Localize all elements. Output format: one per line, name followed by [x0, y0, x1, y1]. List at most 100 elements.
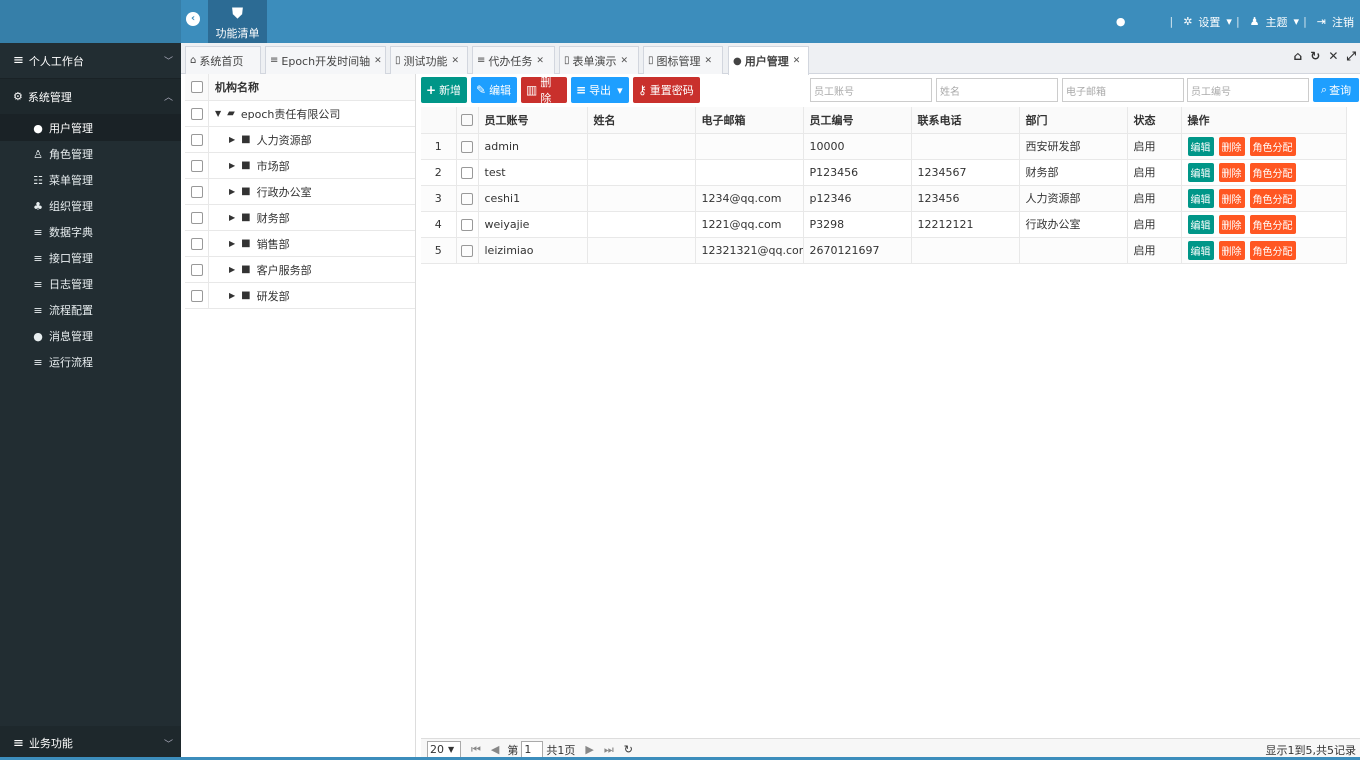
- tree-checkbox[interactable]: [191, 133, 203, 146]
- tree-checkbox[interactable]: [191, 263, 203, 276]
- add-button[interactable]: + 新增: [421, 77, 467, 103]
- sidebar-item-messages[interactable]: ● 消息管理: [0, 323, 181, 349]
- row-role-button[interactable]: 角色分配: [1249, 136, 1296, 156]
- refresh-icon[interactable]: ↻: [624, 743, 633, 756]
- last-page-icon[interactable]: ⏭: [604, 743, 614, 757]
- tab-users[interactable]: ● 用户管理 ✕: [728, 46, 809, 75]
- row-role-button[interactable]: 角色分配: [1249, 162, 1296, 182]
- tab-forms[interactable]: ▯ 表单演示 ✕: [559, 46, 639, 74]
- row-delete-button[interactable]: 删除: [1218, 214, 1245, 234]
- column-header[interactable]: 姓名: [587, 107, 696, 134]
- sidebar-item-dict[interactable]: ≡ 数据字典: [0, 219, 181, 245]
- prev-page-icon[interactable]: ◀: [491, 743, 499, 756]
- tree-node[interactable]: ▶ ■ 行政办公室: [185, 179, 415, 205]
- row-edit-button[interactable]: 编辑: [1187, 188, 1214, 208]
- row-checkbox[interactable]: [461, 244, 473, 257]
- search-number-input[interactable]: 员工编号: [1187, 78, 1309, 102]
- sidebar-collapse-icon[interactable]: ‹: [186, 12, 200, 26]
- column-header[interactable]: 联系电话: [911, 107, 1020, 134]
- user-icon[interactable]: ●: [1116, 15, 1126, 28]
- tree-node[interactable]: ▶ ■ 研发部: [185, 283, 415, 309]
- close-icon[interactable]: ✕: [374, 56, 382, 66]
- caret-down-icon[interactable]: ▼: [215, 109, 221, 118]
- row-edit-button[interactable]: 编辑: [1187, 214, 1214, 234]
- close-icon[interactable]: ✕: [536, 56, 544, 66]
- row-checkbox[interactable]: [461, 192, 473, 205]
- sidebar-item-flow-config[interactable]: ≡ 流程配置: [0, 297, 181, 323]
- edit-button[interactable]: ✎ 编辑: [471, 77, 517, 103]
- row-role-button[interactable]: 角色分配: [1249, 240, 1296, 260]
- row-role-button[interactable]: 角色分配: [1249, 214, 1296, 234]
- table-row[interactable]: 3 ceshi1 1234@qq.com p12346 123456 人力资源部…: [421, 185, 1347, 212]
- home-icon[interactable]: ⌂: [1294, 49, 1303, 64]
- tree-node[interactable]: ▶ ■ 销售部: [185, 231, 415, 257]
- row-edit-button[interactable]: 编辑: [1187, 240, 1214, 260]
- caret-right-icon[interactable]: ▶: [229, 135, 235, 144]
- search-account-input[interactable]: 员工账号: [810, 78, 932, 102]
- sidebar-item-workbench[interactable]: ≡ 个人工作台 ﹀: [0, 43, 181, 79]
- theme-menu[interactable]: 主题: [1266, 14, 1288, 30]
- export-button[interactable]: ≡ 导出 ▾: [571, 77, 629, 103]
- table-row[interactable]: 2 test P123456 1234567 财务部 启用 编辑 删除 角色分配: [421, 159, 1347, 186]
- caret-right-icon[interactable]: ▶: [229, 213, 235, 222]
- caret-right-icon[interactable]: ▶: [229, 161, 235, 170]
- tree-node[interactable]: ▶ ■ 客户服务部: [185, 257, 415, 283]
- column-header[interactable]: 员工编号: [803, 107, 912, 134]
- column-header[interactable]: 电子邮箱: [695, 107, 804, 134]
- select-all-checkbox[interactable]: [191, 81, 203, 93]
- tab-timeline[interactable]: ≡ Epoch开发时间轴 ✕: [265, 46, 386, 74]
- tree-checkbox[interactable]: [191, 185, 203, 198]
- row-checkbox[interactable]: [461, 218, 473, 231]
- sidebar-item-org[interactable]: ♣ 组织管理: [0, 193, 181, 219]
- tree-checkbox[interactable]: [191, 237, 203, 250]
- tab-test[interactable]: ▯ 测试功能 ✕: [390, 46, 468, 74]
- table-row[interactable]: 4 weiyajie 1221@qq.com P3298 12212121 行政…: [421, 211, 1347, 238]
- tree-checkbox[interactable]: [191, 211, 203, 224]
- delete-button[interactable]: ▥ 删除: [521, 76, 567, 105]
- tree-node[interactable]: ▶ ■ 财务部: [185, 205, 415, 231]
- row-delete-button[interactable]: 删除: [1218, 162, 1245, 182]
- tab-icons[interactable]: ▯ 图标管理 ✕: [643, 46, 723, 74]
- close-icon[interactable]: ✕: [793, 56, 801, 66]
- row-delete-button[interactable]: 删除: [1218, 188, 1245, 208]
- close-icon[interactable]: ✕: [1328, 49, 1338, 64]
- column-header[interactable]: 员工账号: [478, 107, 588, 134]
- sidebar-item-api[interactable]: ≡ 接口管理: [0, 245, 181, 271]
- search-email-input[interactable]: 电子邮箱: [1062, 78, 1184, 102]
- row-checkbox[interactable]: [461, 140, 473, 153]
- caret-right-icon[interactable]: ▶: [229, 239, 235, 248]
- reset-password-button[interactable]: ⚷ 重置密码: [633, 77, 700, 103]
- row-delete-button[interactable]: 删除: [1218, 240, 1245, 260]
- sidebar-item-roles[interactable]: ♙ 角色管理: [0, 141, 181, 167]
- row-role-button[interactable]: 角色分配: [1249, 188, 1296, 208]
- sidebar-item-system[interactable]: ⚙ 系统管理 ︿: [0, 79, 181, 115]
- table-row[interactable]: 1 admin 10000 西安研发部 启用 编辑 删除 角色分配: [421, 133, 1347, 160]
- search-button[interactable]: ⌕ 查询: [1313, 78, 1359, 102]
- sidebar-item-business[interactable]: ≡ 业务功能 ﹀: [0, 726, 181, 760]
- search-name-input[interactable]: 姓名: [936, 78, 1058, 102]
- tree-node[interactable]: ▶ ■ 人力资源部: [185, 127, 415, 153]
- function-menu-button[interactable]: ⛊ 功能清单: [208, 0, 267, 43]
- refresh-icon[interactable]: ↻: [1310, 49, 1320, 64]
- tab-home[interactable]: ⌂ 系统首页: [185, 46, 261, 74]
- tab-tasks[interactable]: ≡ 代办任务 ✕: [472, 46, 555, 74]
- caret-right-icon[interactable]: ▶: [229, 291, 235, 300]
- sidebar-item-run-flow[interactable]: ≡ 运行流程: [0, 349, 181, 375]
- logout-link[interactable]: 注销: [1332, 14, 1354, 30]
- tree-node-root[interactable]: ▼ ▰ epoch责任有限公司: [185, 101, 415, 127]
- table-row[interactable]: 5 leizimiao 12321321@qq.com 2670121697 启…: [421, 237, 1347, 264]
- caret-right-icon[interactable]: ▶: [229, 265, 235, 274]
- sidebar-item-users[interactable]: ● 用户管理: [0, 115, 181, 141]
- column-header[interactable]: 状态: [1127, 107, 1182, 134]
- select-all-checkbox[interactable]: [461, 114, 473, 127]
- row-edit-button[interactable]: 编辑: [1187, 136, 1214, 156]
- first-page-icon[interactable]: ⏮: [471, 743, 481, 757]
- next-page-icon[interactable]: ▶: [585, 743, 593, 756]
- tree-checkbox[interactable]: [191, 159, 203, 172]
- close-icon[interactable]: ✕: [452, 56, 460, 66]
- row-delete-button[interactable]: 删除: [1218, 136, 1245, 156]
- sidebar-item-logs[interactable]: ≡ 日志管理: [0, 271, 181, 297]
- close-icon[interactable]: ✕: [621, 56, 629, 66]
- row-edit-button[interactable]: 编辑: [1187, 162, 1214, 182]
- row-checkbox[interactable]: [461, 166, 473, 179]
